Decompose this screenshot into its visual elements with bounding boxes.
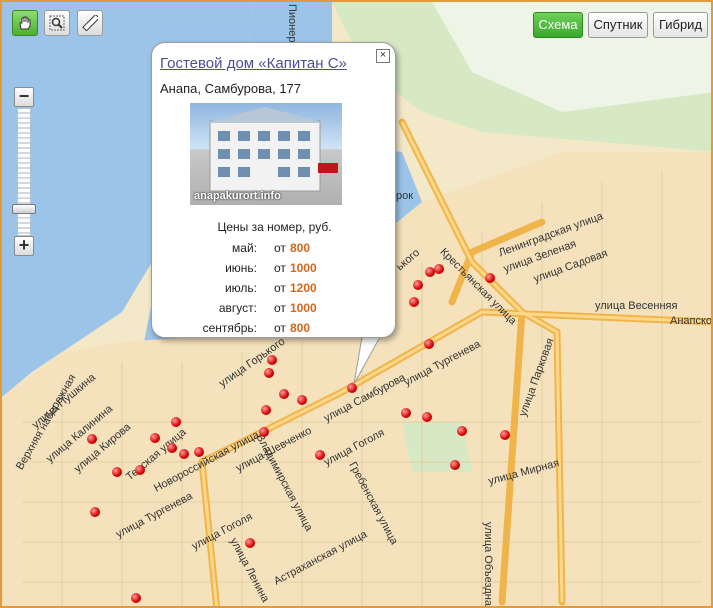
hotel-marker[interactable] — [401, 408, 411, 418]
hotel-marker[interactable] — [135, 465, 145, 475]
hotel-marker[interactable] — [450, 460, 460, 470]
price-from: от — [274, 321, 286, 335]
price-value: 1000 — [290, 261, 317, 275]
hotel-marker[interactable] — [90, 507, 100, 517]
photo-caption: anapakurort.info — [194, 190, 281, 202]
zoom-slider-track[interactable] — [17, 108, 31, 236]
price-value: 800 — [290, 321, 311, 335]
price-from: от — [274, 301, 286, 315]
zoom-area-tool-button[interactable] — [44, 10, 70, 36]
hand-icon — [19, 16, 31, 30]
price-from: от — [274, 281, 286, 295]
magnifier-icon — [49, 15, 65, 31]
hotel-marker[interactable] — [259, 427, 269, 437]
price-value: 1200 — [290, 281, 317, 295]
map-type-scheme-button[interactable]: Схема — [533, 12, 583, 38]
price-from: от — [274, 241, 286, 255]
price-from: от — [274, 261, 286, 275]
street-label: рок — [396, 190, 414, 202]
hotel-marker[interactable] — [264, 368, 274, 378]
map-type-hybrid-button[interactable]: Гибрид — [653, 12, 708, 38]
hotel-marker[interactable] — [457, 426, 467, 436]
hotel-marker[interactable] — [131, 593, 141, 603]
price-month: май: — [232, 241, 257, 255]
zoom-slider-thumb[interactable] — [12, 204, 36, 214]
zoom-out-button[interactable]: − — [14, 87, 34, 107]
hotel-marker[interactable] — [424, 339, 434, 349]
hotel-marker[interactable] — [347, 383, 357, 393]
hotel-marker[interactable] — [315, 450, 325, 460]
price-month: июль: — [224, 281, 257, 295]
street-label: улица Объездная — [482, 522, 494, 608]
hotel-marker[interactable] — [279, 389, 289, 399]
hotel-marker[interactable] — [261, 405, 271, 415]
ruler-icon — [82, 15, 98, 31]
street-label: Анапское — [670, 315, 713, 327]
hotel-marker[interactable] — [171, 417, 181, 427]
balloon-title-link[interactable]: Гостевой дом «Капитан С» — [160, 55, 347, 72]
price-month: сентябрь: — [202, 321, 257, 335]
hotel-marker[interactable] — [413, 280, 423, 290]
hotel-marker[interactable] — [422, 412, 432, 422]
hotel-marker[interactable] — [194, 447, 204, 457]
hotel-marker[interactable] — [409, 297, 419, 307]
hotel-marker[interactable] — [245, 538, 255, 548]
hotel-marker[interactable] — [485, 273, 495, 283]
map-view[interactable]: Пионерская Ленинградская улица улица Зел… — [0, 0, 713, 608]
price-month: август: — [218, 301, 257, 315]
hotel-marker[interactable] — [87, 434, 97, 444]
hotel-marker[interactable] — [167, 443, 177, 453]
zoom-in-button[interactable]: + — [14, 236, 34, 256]
prices-label: Цены за номер, руб. — [217, 220, 332, 234]
info-balloon: × Гостевой дом «Капитан С» Анапа, Самбур… — [151, 42, 396, 338]
hotel-marker[interactable] — [179, 449, 189, 459]
ruler-tool-button[interactable] — [77, 10, 103, 36]
drag-tool-button[interactable] — [12, 10, 38, 36]
hotel-marker[interactable] — [267, 355, 277, 365]
street-label: улица Весенняя — [595, 300, 678, 312]
close-icon[interactable]: × — [376, 49, 390, 63]
map-type-satellite-button[interactable]: Спутник — [588, 12, 648, 38]
price-value: 1000 — [290, 301, 317, 315]
hotel-photo[interactable]: anapakurort.info — [190, 103, 342, 205]
hotel-marker[interactable] — [112, 467, 122, 477]
hotel-marker[interactable] — [434, 264, 444, 274]
price-value: 800 — [290, 241, 311, 255]
price-month: июнь: — [225, 261, 257, 275]
hotel-marker[interactable] — [150, 433, 160, 443]
balloon-address: Анапа, Самбурова, 177 — [160, 81, 302, 96]
hotel-marker[interactable] — [500, 430, 510, 440]
hotel-marker[interactable] — [297, 395, 307, 405]
